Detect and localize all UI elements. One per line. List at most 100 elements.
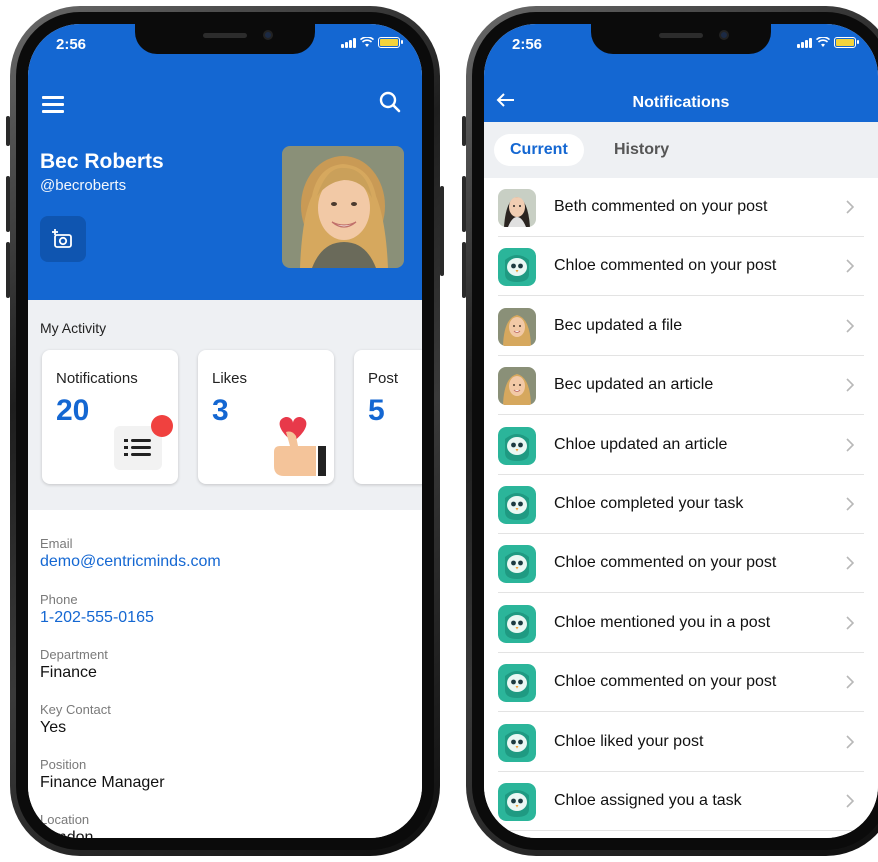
notification-row[interactable]: Chloe mentioned you in a post: [484, 594, 878, 653]
owl-avatar-icon: [498, 783, 536, 821]
chevron-right-icon: [846, 616, 855, 630]
notification-list: Beth commented on your post Chloe comment…: [484, 178, 878, 838]
field-value: Finance Manager: [40, 774, 165, 791]
chevron-right-icon: [846, 794, 855, 808]
tab-current[interactable]: Current: [494, 134, 584, 166]
my-activity-section: My Activity Notifications 20 Likes 3 Pos…: [28, 300, 422, 510]
notification-text: Chloe commented on your post: [554, 673, 777, 691]
bec-avatar: [498, 307, 536, 346]
profile-name: Bec Roberts: [40, 150, 164, 173]
status-time: 2:56: [56, 36, 87, 53]
card-label: Notifications: [56, 370, 138, 387]
field-label: Email: [40, 536, 73, 551]
chevron-right-icon: [846, 319, 855, 333]
battery-icon: [834, 37, 859, 48]
posts-card[interactable]: Post 5: [354, 350, 422, 484]
email-field: Email demo@centricminds.com: [40, 536, 221, 571]
field-value: London: [40, 829, 94, 838]
notification-row[interactable]: Chloe liked your post: [484, 713, 878, 772]
tab-history[interactable]: History: [598, 134, 685, 166]
tabs-bar: Current History: [484, 122, 878, 178]
signal-icon: [797, 37, 812, 48]
beth-avatar: [498, 189, 536, 227]
phone-profile: 2:56 Bec Roberts @becroberts My Activity…: [6, 6, 444, 856]
profile-details: Email demo@centricminds.com Phone 1-202-…: [28, 510, 422, 838]
phone-link[interactable]: 1-202-555-0165: [40, 609, 154, 627]
location-field: Location London: [40, 812, 93, 838]
phone-notifications: 2:56 Notifications Current History Beth …: [462, 6, 878, 856]
notification-text: Chloe commented on your post: [554, 257, 777, 275]
activity-title: My Activity: [40, 320, 107, 336]
signal-icon: [341, 37, 356, 48]
field-label: Position: [40, 757, 87, 772]
add-photo-button[interactable]: [40, 216, 86, 262]
owl-avatar-icon: [498, 545, 536, 584]
likes-card[interactable]: Likes 3: [198, 350, 334, 484]
heart-hand-icon: [274, 416, 326, 476]
notification-row[interactable]: Chloe commented on your post: [484, 653, 878, 713]
chevron-right-icon: [846, 200, 855, 214]
chevron-right-icon: [846, 438, 855, 452]
notification-text: Chloe assigned you a task: [554, 792, 742, 809]
notification-text: Chloe updated an article: [554, 435, 728, 453]
notification-row[interactable]: Beth commented on your post: [484, 178, 878, 237]
owl-avatar-icon: [498, 426, 536, 465]
field-label: Phone: [40, 592, 78, 607]
chevron-right-icon: [846, 497, 855, 511]
chevron-right-icon: [846, 378, 855, 392]
notification-text: Chloe completed your task: [554, 495, 744, 512]
chevron-right-icon: [846, 675, 855, 689]
chevron-right-icon: [846, 259, 855, 273]
page-title: Notifications: [632, 94, 730, 111]
battery-icon: [378, 37, 403, 48]
key-contact-field: Key Contact Yes: [40, 702, 111, 737]
notch: [135, 24, 315, 54]
notification-row[interactable]: Chloe completed your task: [484, 475, 878, 534]
bec-avatar: [498, 367, 536, 406]
owl-avatar-icon: [498, 248, 536, 287]
profile-avatar[interactable]: [282, 146, 404, 268]
field-value: Yes: [40, 719, 67, 736]
field-label: Location: [40, 812, 90, 827]
notification-row[interactable]: Bec updated a file: [484, 297, 878, 356]
notification-row[interactable]: Chloe updated an article: [484, 416, 878, 475]
notification-list-icon: [114, 415, 173, 470]
notification-text: Bec updated an article: [554, 376, 714, 394]
owl-avatar-icon: [498, 664, 536, 703]
position-field: Position Finance Manager: [40, 757, 165, 792]
search-icon[interactable]: [378, 90, 402, 114]
owl-avatar-icon: [498, 486, 536, 524]
status-time: 2:56: [512, 36, 543, 53]
notification-text: Chloe commented on your post: [554, 554, 777, 572]
notification-text: Chloe mentioned you in a post: [554, 613, 771, 631]
add-camera-icon: [52, 229, 72, 248]
notification-row[interactable]: Chloe assigned you a task: [484, 772, 878, 831]
notification-row[interactable]: Chloe commented on your post: [484, 237, 878, 297]
card-label: Post: [368, 370, 399, 387]
wifi-icon: [816, 37, 830, 47]
phone-field: Phone 1-202-555-0165: [40, 592, 154, 627]
notification-row[interactable]: Chloe commented on your post: [484, 534, 878, 594]
card-value: 20: [56, 394, 90, 427]
notification-text: Chloe liked your post: [554, 732, 704, 750]
owl-avatar-icon: [498, 604, 536, 643]
notification-text: Bec updated a file: [554, 316, 683, 334]
card-value: 5: [368, 394, 385, 427]
divider: [498, 830, 864, 831]
notification-row[interactable]: Bec updated an article: [484, 356, 878, 416]
field-value: Finance: [40, 664, 97, 681]
menu-icon[interactable]: [42, 96, 64, 117]
app-showcase: 2:56 Bec Roberts @becroberts My Activity…: [0, 0, 878, 862]
card-value: 3: [212, 394, 229, 427]
card-label: Likes: [212, 370, 248, 387]
chevron-right-icon: [846, 556, 855, 570]
notch: [591, 24, 771, 54]
profile-screen: 2:56 Bec Roberts @becroberts My Activity…: [28, 24, 422, 838]
notifications-card[interactable]: Notifications 20: [42, 350, 178, 484]
chevron-right-icon: [846, 735, 855, 749]
notification-text: Beth commented on your post: [554, 198, 768, 215]
field-label: Key Contact: [40, 702, 111, 717]
owl-avatar-icon: [498, 723, 536, 762]
profile-handle: @becroberts: [40, 177, 127, 194]
email-link[interactable]: demo@centricminds.com: [40, 553, 221, 571]
